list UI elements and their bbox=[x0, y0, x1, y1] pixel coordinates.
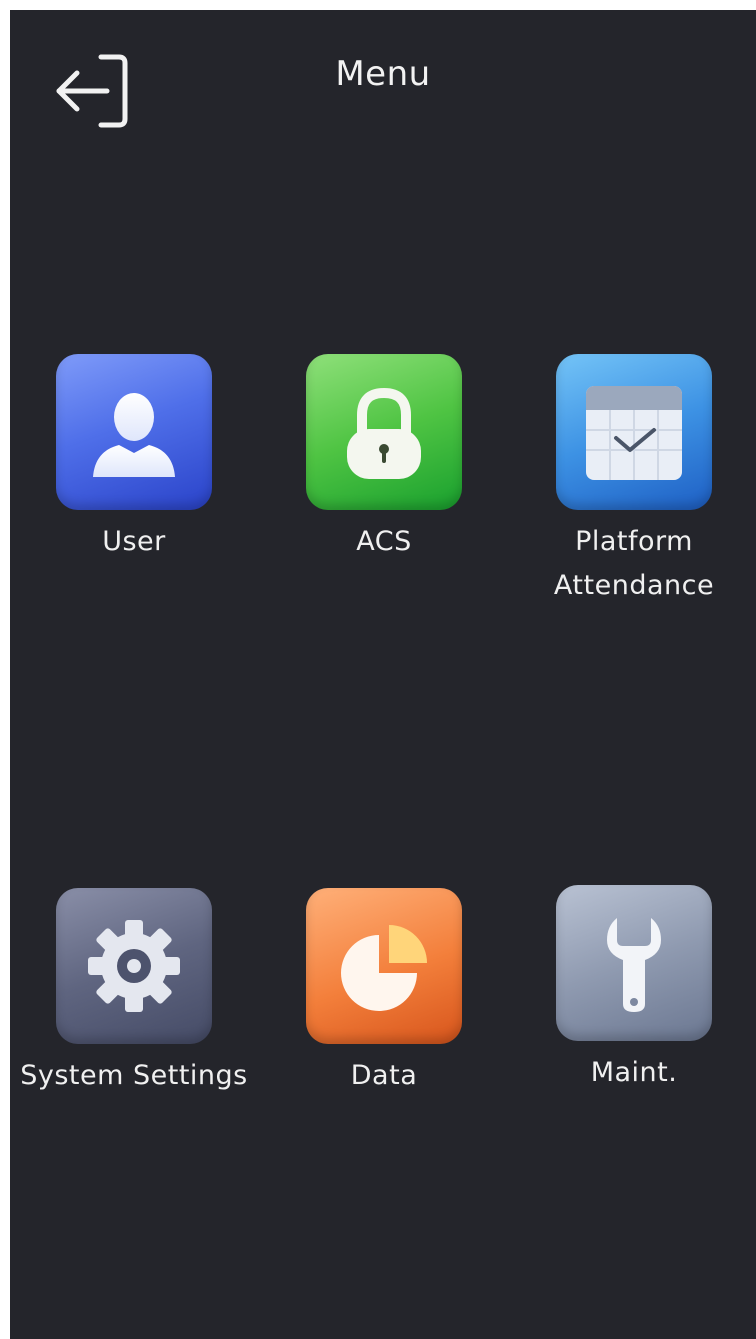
platform-attendance-icon-tile bbox=[556, 354, 712, 510]
user-icon bbox=[93, 393, 175, 477]
header: Menu bbox=[10, 10, 756, 150]
data-icon-tile bbox=[306, 888, 462, 1044]
user-icon-tile bbox=[56, 354, 212, 510]
menu-item-label: Data bbox=[351, 1054, 417, 1098]
menu-item-acs[interactable]: ACS bbox=[264, 354, 504, 564]
system-settings-icon-tile bbox=[56, 888, 212, 1044]
label-line: Data bbox=[350, 1060, 418, 1091]
menu-item-data[interactable]: Data bbox=[264, 888, 504, 1098]
menu-item-label: System Settings bbox=[20, 1054, 248, 1098]
menu-item-label: User bbox=[102, 520, 166, 564]
lock-icon bbox=[347, 387, 421, 479]
maint-icon-tile bbox=[556, 885, 712, 1041]
label-line: Platform bbox=[575, 526, 693, 557]
gear-icon bbox=[88, 920, 180, 1012]
menu-screen: Menu User ACS Platform Attendance System… bbox=[10, 10, 756, 1339]
label-line: ACS bbox=[356, 526, 412, 557]
menu-item-platform-attendance[interactable]: Platform Attendance bbox=[514, 354, 754, 608]
label-line: User bbox=[102, 526, 166, 557]
menu-item-label: ACS bbox=[356, 520, 412, 564]
menu-item-label: Maint. bbox=[591, 1051, 678, 1095]
menu-item-user[interactable]: User bbox=[14, 354, 254, 564]
label-line: Maint. bbox=[590, 1057, 678, 1088]
label-line: Attendance bbox=[553, 570, 715, 601]
wrench-icon bbox=[607, 918, 661, 1012]
menu-item-maint[interactable]: Maint. bbox=[514, 885, 754, 1095]
pie-chart-icon bbox=[341, 925, 427, 1011]
page-title: Menu bbox=[335, 54, 431, 94]
label-line: System Settings bbox=[20, 1060, 248, 1091]
calendar-check-icon bbox=[586, 386, 682, 480]
menu-item-label: Platform Attendance bbox=[554, 520, 714, 608]
menu-item-system-settings[interactable]: System Settings bbox=[14, 888, 254, 1098]
acs-icon-tile bbox=[306, 354, 462, 510]
